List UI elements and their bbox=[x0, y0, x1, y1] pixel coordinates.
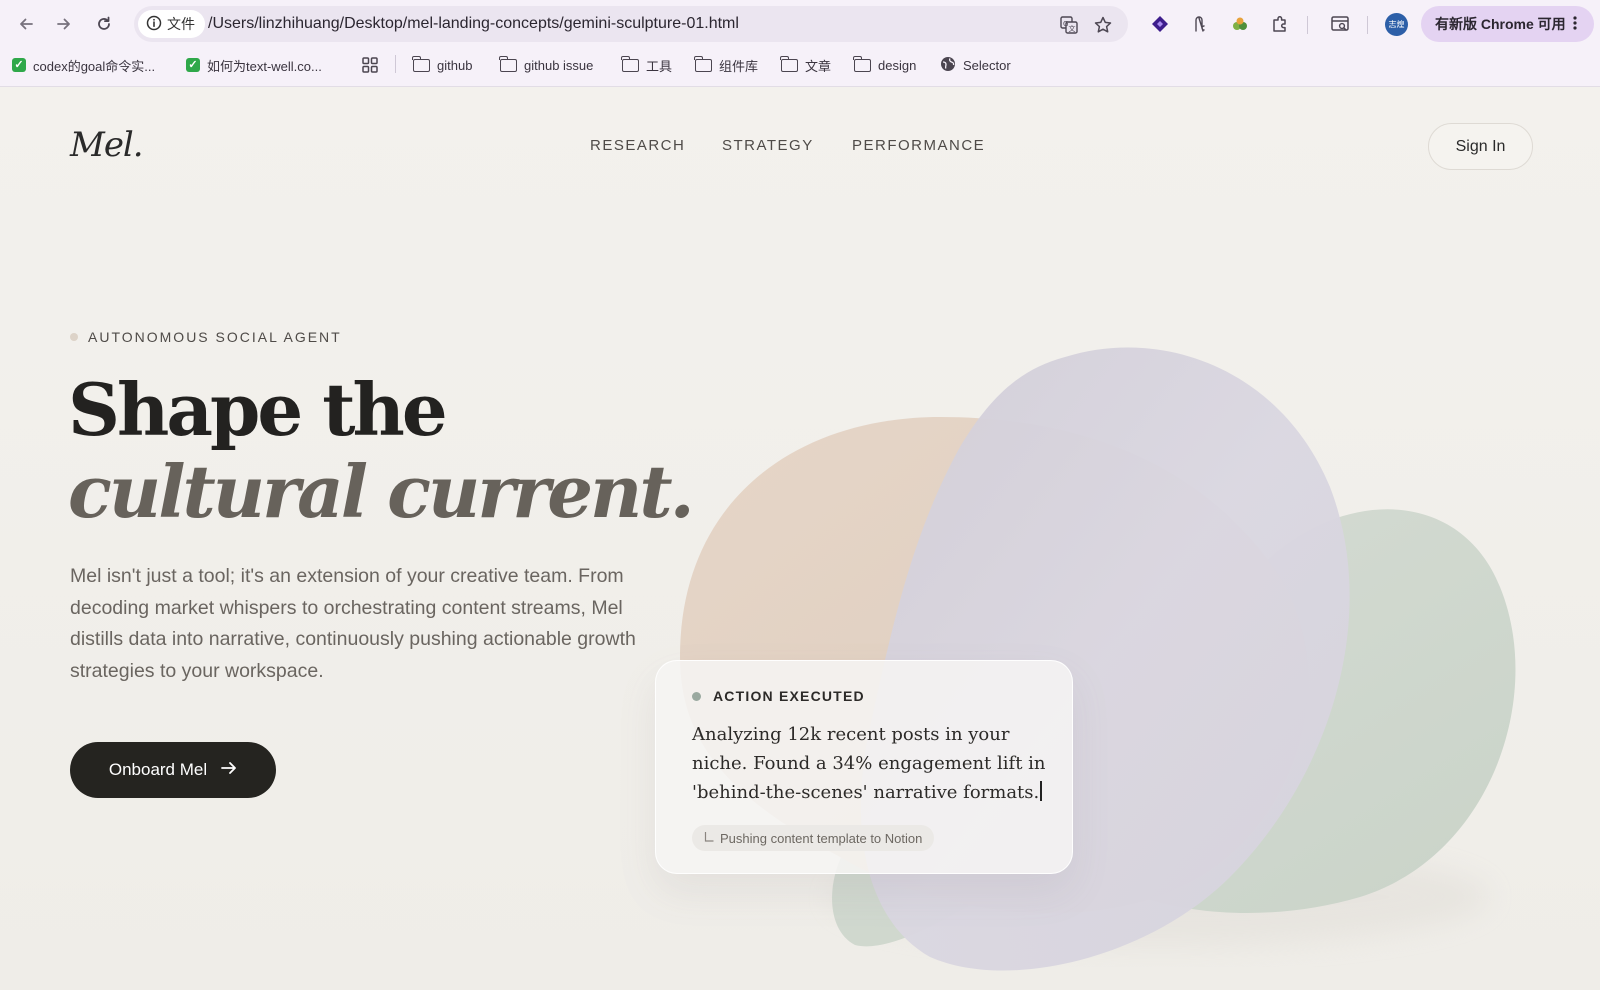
bookmark-item[interactable]: ✓ 如何为text-well.co... bbox=[186, 54, 322, 76]
onboard-button-label: Onboard Mel bbox=[108, 760, 208, 779]
bookmark-label: 如何为text-well.co... bbox=[207, 58, 322, 74]
reload-icon[interactable] bbox=[90, 10, 118, 38]
back-icon[interactable] bbox=[12, 10, 40, 38]
headline-line-1: Shape the bbox=[68, 367, 448, 452]
extension-diamond-icon[interactable] bbox=[1148, 12, 1172, 36]
bookmark-label: design bbox=[878, 57, 917, 73]
browser-toolbar: 文件 /Users/linzhihuang/Desktop/mel-landin… bbox=[0, 0, 1600, 48]
hero-eyebrow: AUTONOMOUS SOCIAL AGENT bbox=[70, 329, 342, 345]
folder-icon bbox=[694, 55, 712, 72]
nav-research[interactable]: RESEARCH bbox=[590, 137, 685, 154]
chrome-update-button[interactable]: 有新版 Chrome 可用 bbox=[1421, 6, 1594, 42]
bookmark-label: github issue bbox=[524, 57, 594, 73]
folder-icon bbox=[853, 55, 871, 72]
onboard-button[interactable]: Onboard Mel bbox=[70, 742, 276, 798]
bookmark-star-icon[interactable] bbox=[1092, 14, 1114, 36]
bookmark-item[interactable]: ✓ codex的goal命令实... bbox=[12, 54, 155, 76]
headline-line-2: cultural current. bbox=[68, 449, 695, 534]
folder-icon bbox=[621, 55, 639, 72]
corner-arrow-icon bbox=[704, 831, 714, 846]
bookmark-folder[interactable]: design bbox=[853, 54, 917, 76]
tab-search-icon[interactable] bbox=[1328, 12, 1352, 36]
bookmark-folder[interactable]: github issue bbox=[499, 54, 594, 76]
eyebrow-label: AUTONOMOUS SOCIAL AGENT bbox=[88, 329, 342, 345]
globe-icon bbox=[940, 56, 956, 75]
arrow-right-icon bbox=[221, 760, 237, 780]
sign-in-button[interactable]: Sign In bbox=[1428, 123, 1533, 170]
eyebrow-dot bbox=[70, 333, 78, 341]
extension-script-icon[interactable] bbox=[1188, 12, 1212, 36]
bookmark-label: 工具 bbox=[646, 58, 673, 74]
action-message: Analyzing 12k recent posts in your niche… bbox=[692, 720, 1047, 807]
hero-headline: Shape the cultural current. bbox=[68, 367, 695, 534]
translate-icon[interactable]: G文 bbox=[1058, 14, 1080, 36]
toolbar-separator bbox=[1367, 16, 1368, 34]
action-message-text: Analyzing 12k recent posts in your niche… bbox=[692, 724, 1046, 803]
browser-chrome: 文件 /Users/linzhihuang/Desktop/mel-landin… bbox=[0, 0, 1600, 87]
bookmark-label: 组件库 bbox=[719, 58, 759, 74]
bookmark-folder[interactable]: github bbox=[412, 54, 473, 76]
action-chip: Pushing content template to Notion bbox=[692, 825, 935, 851]
bookmark-label: github bbox=[437, 57, 473, 73]
extensions-puzzle-icon[interactable] bbox=[1268, 12, 1292, 36]
update-label: 有新版 Chrome 可用 bbox=[1435, 16, 1566, 32]
forward-icon[interactable] bbox=[50, 10, 78, 38]
bookmark-label: Selector bbox=[963, 57, 1011, 73]
svg-text:文: 文 bbox=[1069, 24, 1076, 33]
action-status: ACTION EXECUTED bbox=[692, 688, 865, 704]
folder-icon bbox=[412, 55, 430, 72]
status-dot bbox=[692, 691, 701, 701]
action-chip-label: Pushing content template to Notion bbox=[720, 830, 923, 846]
profile-avatar[interactable]: 志煌 bbox=[1385, 13, 1408, 36]
checkmark-icon: ✓ bbox=[12, 58, 26, 72]
nav-performance[interactable]: PERFORMANCE bbox=[852, 137, 985, 154]
status-label: ACTION EXECUTED bbox=[713, 688, 865, 704]
toolbar-separator bbox=[1307, 16, 1308, 34]
apps-grid-icon[interactable] bbox=[362, 54, 378, 76]
bookmark-separator bbox=[395, 55, 396, 73]
url-text[interactable]: /Users/linzhihuang/Desktop/mel-landing-c… bbox=[208, 15, 739, 33]
extension-cluster-icon[interactable] bbox=[1228, 12, 1252, 36]
bookmark-label: 文章 bbox=[805, 58, 832, 74]
text-caret bbox=[1040, 781, 1043, 801]
folder-icon bbox=[780, 55, 798, 72]
site-info-chip[interactable]: 文件 bbox=[138, 10, 205, 38]
bookmark-folder[interactable]: 文章 bbox=[780, 54, 832, 76]
site-logo[interactable]: Mel. bbox=[70, 125, 144, 165]
bookmark-label: codex的goal命令实... bbox=[33, 58, 156, 74]
hero-description: Mel isn't just a tool; it's an extension… bbox=[70, 565, 636, 682]
nav-strategy[interactable]: STRATEGY bbox=[722, 137, 814, 154]
folder-icon bbox=[499, 55, 517, 72]
bookmarks-bar: ✓ codex的goal命令实... ✓ 如何为text-well.co... … bbox=[0, 50, 1600, 80]
action-card: ACTION EXECUTED Analyzing 12k recent pos… bbox=[655, 660, 1073, 874]
more-vertical-icon bbox=[1572, 15, 1578, 34]
bookmark-folder[interactable]: 组件库 bbox=[694, 54, 759, 76]
bookmark-item[interactable]: Selector bbox=[940, 54, 1011, 76]
landing-page: Mel. RESEARCH STRATEGY PERFORMANCE Sign … bbox=[0, 87, 1600, 990]
info-icon bbox=[146, 15, 162, 34]
bookmark-folder[interactable]: 工具 bbox=[621, 54, 673, 76]
site-info-label: 文件 bbox=[167, 16, 195, 32]
checkmark-icon: ✓ bbox=[186, 58, 200, 72]
address-bar[interactable]: 文件 /Users/linzhihuang/Desktop/mel-landin… bbox=[134, 6, 1128, 42]
